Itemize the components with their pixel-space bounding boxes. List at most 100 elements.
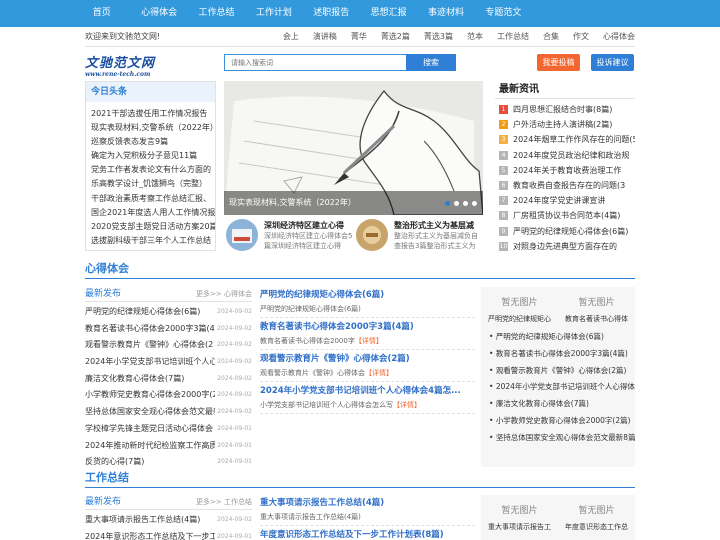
list-item[interactable]: 坚持总体国家安全观心得体会范文最新 2024-09-02 [85,404,252,421]
list-item[interactable]: 学校樟学先锋主题党日活动心得体会 2024-09-01 [85,420,252,438]
featured-item[interactable]: 深圳经济特区建立心得 深圳经济特区建立心得体会5篇深圳经济特区建立心得 [226,219,353,255]
list-item[interactable]: 重大事项请示报告工作总结(4篇) 2024-09-02 [85,512,252,529]
side-list-item[interactable]: • 廉洁文化教育心得体会(7篇) [489,396,635,413]
list-item[interactable]: 2024年小学党支部书记培训班个人心得 2024-09-02 [85,354,252,371]
card-caption[interactable]: 教育名著读书心得体 [565,313,629,325]
more-link[interactable]: 更多>> 工作总结 [196,494,252,510]
more-link[interactable]: 更多>> 心得体会 [196,286,252,302]
no-image-placeholder: 暂无图片 [501,506,538,516]
news-item[interactable]: 4 2024年度党员政治纪律和政治规 [495,148,635,163]
news-item[interactable]: 2 户外活动主持人演讲稿(2篇) [495,117,635,132]
no-image-card[interactable]: 暂无图片 教育名著读书心得体 [565,293,629,325]
slider-dot[interactable] [445,201,450,206]
side-list-item[interactable]: • 教育名著读书心得体会2000字3篇(4篇) [489,346,635,363]
slider-dot[interactable] [472,201,477,206]
nav-shuzhibaogao[interactable]: 述职报告 [303,0,360,27]
list-item[interactable]: 教育名著读书心得体会2000字3篇(4篇) 2024-09-02 [85,320,252,338]
nav-gongzuojihua[interactable]: 工作计划 [245,0,302,27]
news-item[interactable]: 8 厂房租赁协议书合同范本(4篇) [495,208,635,223]
submit-article-button[interactable]: 我要投稿 [537,54,580,71]
slider-dot[interactable] [463,201,468,206]
featured-item[interactable]: 整治形式主义为基层减 整治形式主义为基层减负自查报告3篇整治形式主义为 [356,219,483,255]
no-image-card[interactable]: 暂无图片 严明党的纪律规矩心 [488,293,552,325]
news-item[interactable]: 6 教育收费自查报告存在的问题(3 [495,178,635,193]
list-item[interactable]: 小学教师党史教育心得体会2000字(2 2024-09-02 [85,387,252,405]
article-title[interactable]: 重大事项请示报告工作总结(4篇) [260,495,475,511]
news-item[interactable]: 5 2024年关于教育收费治理工作 [495,163,635,178]
headline-item[interactable]: 巡察反馈表态发言9篇 [91,135,215,149]
article-title[interactable]: 严明党的纪律规矩心得体会(6篇) [260,287,475,303]
quick-link[interactable]: 菁华 [351,27,367,47]
headline-item[interactable]: 乐高教学设计_饥饿狮鸟（完整） [91,177,215,191]
article-title[interactable]: 教育名著读书心得体会2000字3篇(4篇) [260,319,475,335]
quick-link[interactable]: 合集 [543,27,559,47]
side-list-item[interactable]: • 2024年小学党支部书记培训班个人心得体会4 [489,379,635,396]
section-title-text[interactable]: 心得体会 [85,262,129,275]
detail-link[interactable]: 【详情】 [355,337,383,345]
headline-item[interactable]: 国企2021年度选人用人工作情况报 [91,206,215,220]
nav-sixianghuibao[interactable]: 思想汇报 [360,0,417,27]
nav-xindetihui[interactable]: 心得体会 [130,0,187,27]
quick-link[interactable]: 范本 [467,27,483,47]
list-item[interactable]: 观看警示教育片《警钟》心得体会(2 2024-09-02 [85,337,252,355]
news-item[interactable]: 1 四月思想汇报结合时事(8篇) [495,102,635,117]
headline-item[interactable]: 选拔副科级干部三年个人工作总结 [91,234,215,248]
rank-badge: 4 [499,150,508,160]
no-image-placeholder: 暂无图片 [578,506,615,516]
side-list-item[interactable]: • 严明党的纪律规矩心得体会(6篇) [489,329,635,346]
headline-item[interactable]: 党务工作者发表论文有什么方面的 [91,163,215,177]
card-caption[interactable]: 严明党的纪律规矩心 [488,313,552,325]
list-item[interactable]: 廉洁文化教育心得体会(7篇) 2024-09-02 [85,370,252,388]
quick-link[interactable]: 演讲稿 [313,27,337,47]
nav-shijicailiao[interactable]: 事迹材料 [417,0,474,27]
card-caption[interactable]: 重大事项请示报告工 [488,521,552,533]
quick-link[interactable]: 作文 [573,27,589,47]
detail-link[interactable]: 【详情】 [365,369,393,377]
list-item-date: 2024-09-02 [215,354,252,371]
headline-item[interactable]: 现实表现材料,交警系统（2022年） [91,121,215,135]
side-list-item[interactable]: • 小学教师党史教育心得体会2000字(2篇) [489,413,635,430]
bullet-icon: • [489,399,496,409]
quick-link[interactable]: 工作总结 [497,27,529,47]
article-title[interactable]: 观看警示教育片《警钟》心得体会(2篇) [260,351,475,367]
search-button[interactable]: 搜索 [406,54,456,71]
quick-link[interactable]: 菁选3篇 [424,27,453,47]
no-image-card[interactable]: 暂无图片 重大事项请示报告工 [488,501,552,533]
quick-link[interactable]: 菁选2篇 [381,27,410,47]
quick-link[interactable]: 心得体会 [603,27,635,47]
news-item[interactable]: 9 严明党的纪律规矩心得体会(6篇) [495,224,635,239]
detail-link[interactable]: 【详情】 [393,401,421,409]
nav-home[interactable]: 首页 [73,0,130,27]
site-logo[interactable]: 文驰范文网 www.rene-tech.com [85,52,205,78]
article-item: 年度意识形态工作总结及下一步工作计划表(8篇) [260,527,475,540]
list-item[interactable]: 2024年推动新时代纪检监察工作高质量 2024-09-01 [85,437,252,455]
list-item[interactable]: 严明党的纪律规矩心得体会(6篇) 2024-09-02 [85,304,252,321]
side-list-item[interactable]: • 观看警示教育片《警钟》心得体会(2篇) [489,363,635,380]
headline-item[interactable]: 干部政治素质考察工作总结汇报、 [91,192,215,206]
no-image-card[interactable]: 暂无图片 年度意识形态工作总 [565,501,629,533]
headline-item[interactable]: 2020党支部主题党日活动方案20篇 [91,220,215,234]
list-item[interactable]: 2024年意识形态工作总结及下一步工作 2024-09-01 [85,528,252,540]
image-slider[interactable]: 现实表现材料,交警系统（2022年） [224,81,483,215]
news-item[interactable]: 7 2024年度学党史讲课宣讲 [495,193,635,208]
quick-link[interactable]: 会上 [283,27,299,47]
card-caption[interactable]: 年度意识形态工作总 [565,521,629,533]
article-summary: 教育名著读书心得体会2000字【详情】 [260,335,475,347]
nav-zhuantifanwen[interactable]: 专题范文 [475,0,532,27]
nav-gongzuozongjie[interactable]: 工作总结 [188,0,245,27]
slider-dot[interactable] [454,201,459,206]
suggestion-button[interactable]: 投诉建议 [591,54,634,71]
headline-item[interactable]: 2021干部选拔任用工作情况报告 [91,107,215,121]
news-item[interactable]: 10 对照身边先进典型方面存在的 [495,239,635,254]
section-title-text[interactable]: 工作总结 [85,471,129,484]
section-title-gongzuozongjie: 工作总结 [85,468,635,488]
featured-title[interactable]: 深圳经济特区建立心得 [264,220,344,231]
article-summary-text: 重大事项请示报告工作总结(4篇) [260,513,361,521]
headline-item[interactable]: 确定为入党积极分子意见11篇 [91,149,215,163]
bullet-icon: • [489,382,496,392]
article-title[interactable]: 2024年小学党支部书记培训班个人心得体会4篇怎... [260,383,475,399]
news-item[interactable]: 3 2024年烟草工作作风存在的问题(5 [495,132,635,147]
featured-title[interactable]: 整治形式主义为基层减 [394,220,474,231]
article-title[interactable]: 年度意识形态工作总结及下一步工作计划表(8篇) [260,527,475,540]
side-list-item[interactable]: • 坚持总体国家安全观心得体会范文最新8篇(4 [489,430,635,447]
